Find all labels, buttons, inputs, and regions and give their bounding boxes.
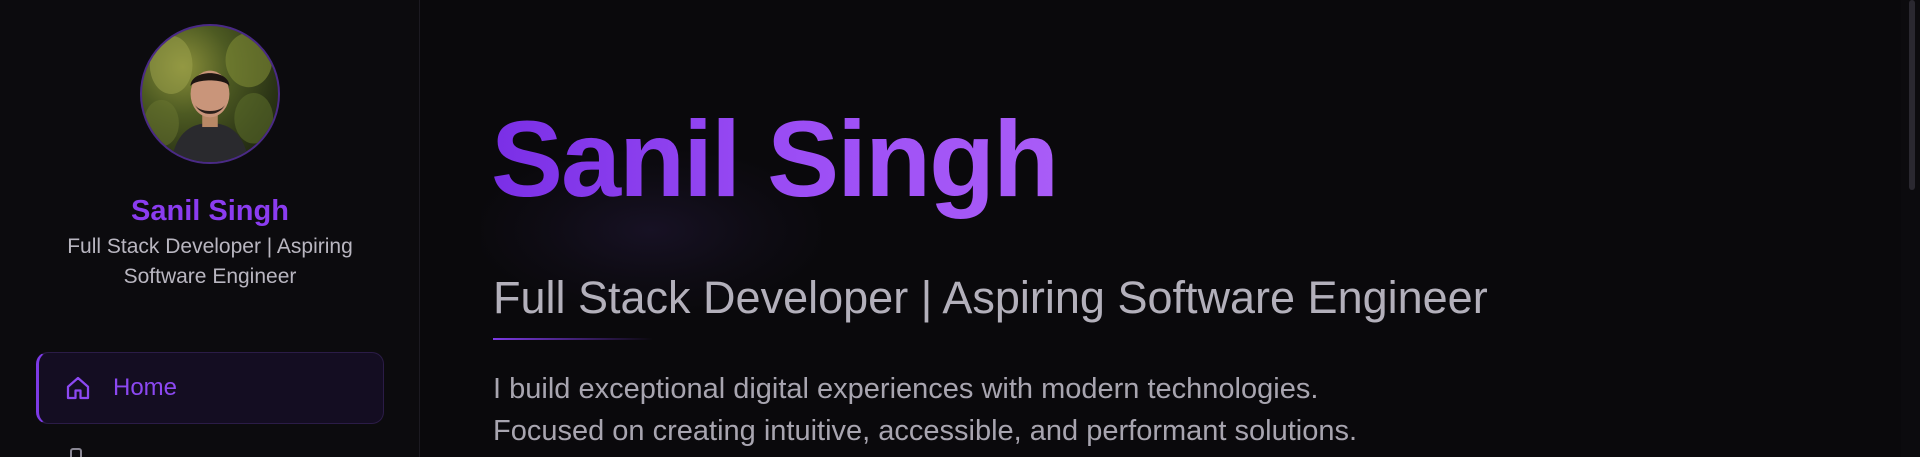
scrollbar-thumb[interactable] <box>1909 0 1915 190</box>
hero-name: Sanil Singh <box>491 98 1059 219</box>
avatar <box>140 24 280 164</box>
nav-item-home[interactable]: Home <box>36 352 384 424</box>
profile-photo <box>143 32 274 162</box>
subtitle-underline <box>493 338 653 340</box>
profile-title: Full Stack Developer | Aspiring Software… <box>67 235 353 288</box>
main-content: Sanil Singh Full Stack Developer | Aspir… <box>421 0 1901 457</box>
profile-name: Sanil Singh <box>131 195 289 227</box>
scrollbar[interactable] <box>1901 0 1920 457</box>
home-icon <box>66 376 90 400</box>
bio-line: Focused on creating intuitive, accessibl… <box>493 415 1358 447</box>
user-icon[interactable] <box>70 448 82 457</box>
hero-subtitle: Full Stack Developer | Aspiring Software… <box>493 272 1488 323</box>
nav-item-label: Home <box>113 374 178 401</box>
page: Sanil Singh Full Stack Developer | Aspir… <box>0 0 1920 457</box>
sidebar: Sanil Singh Full Stack Developer | Aspir… <box>0 0 420 457</box>
hero-bio: I build exceptional digital experiences … <box>493 368 1357 452</box>
bio-line: I build exceptional digital experiences … <box>493 373 1319 405</box>
